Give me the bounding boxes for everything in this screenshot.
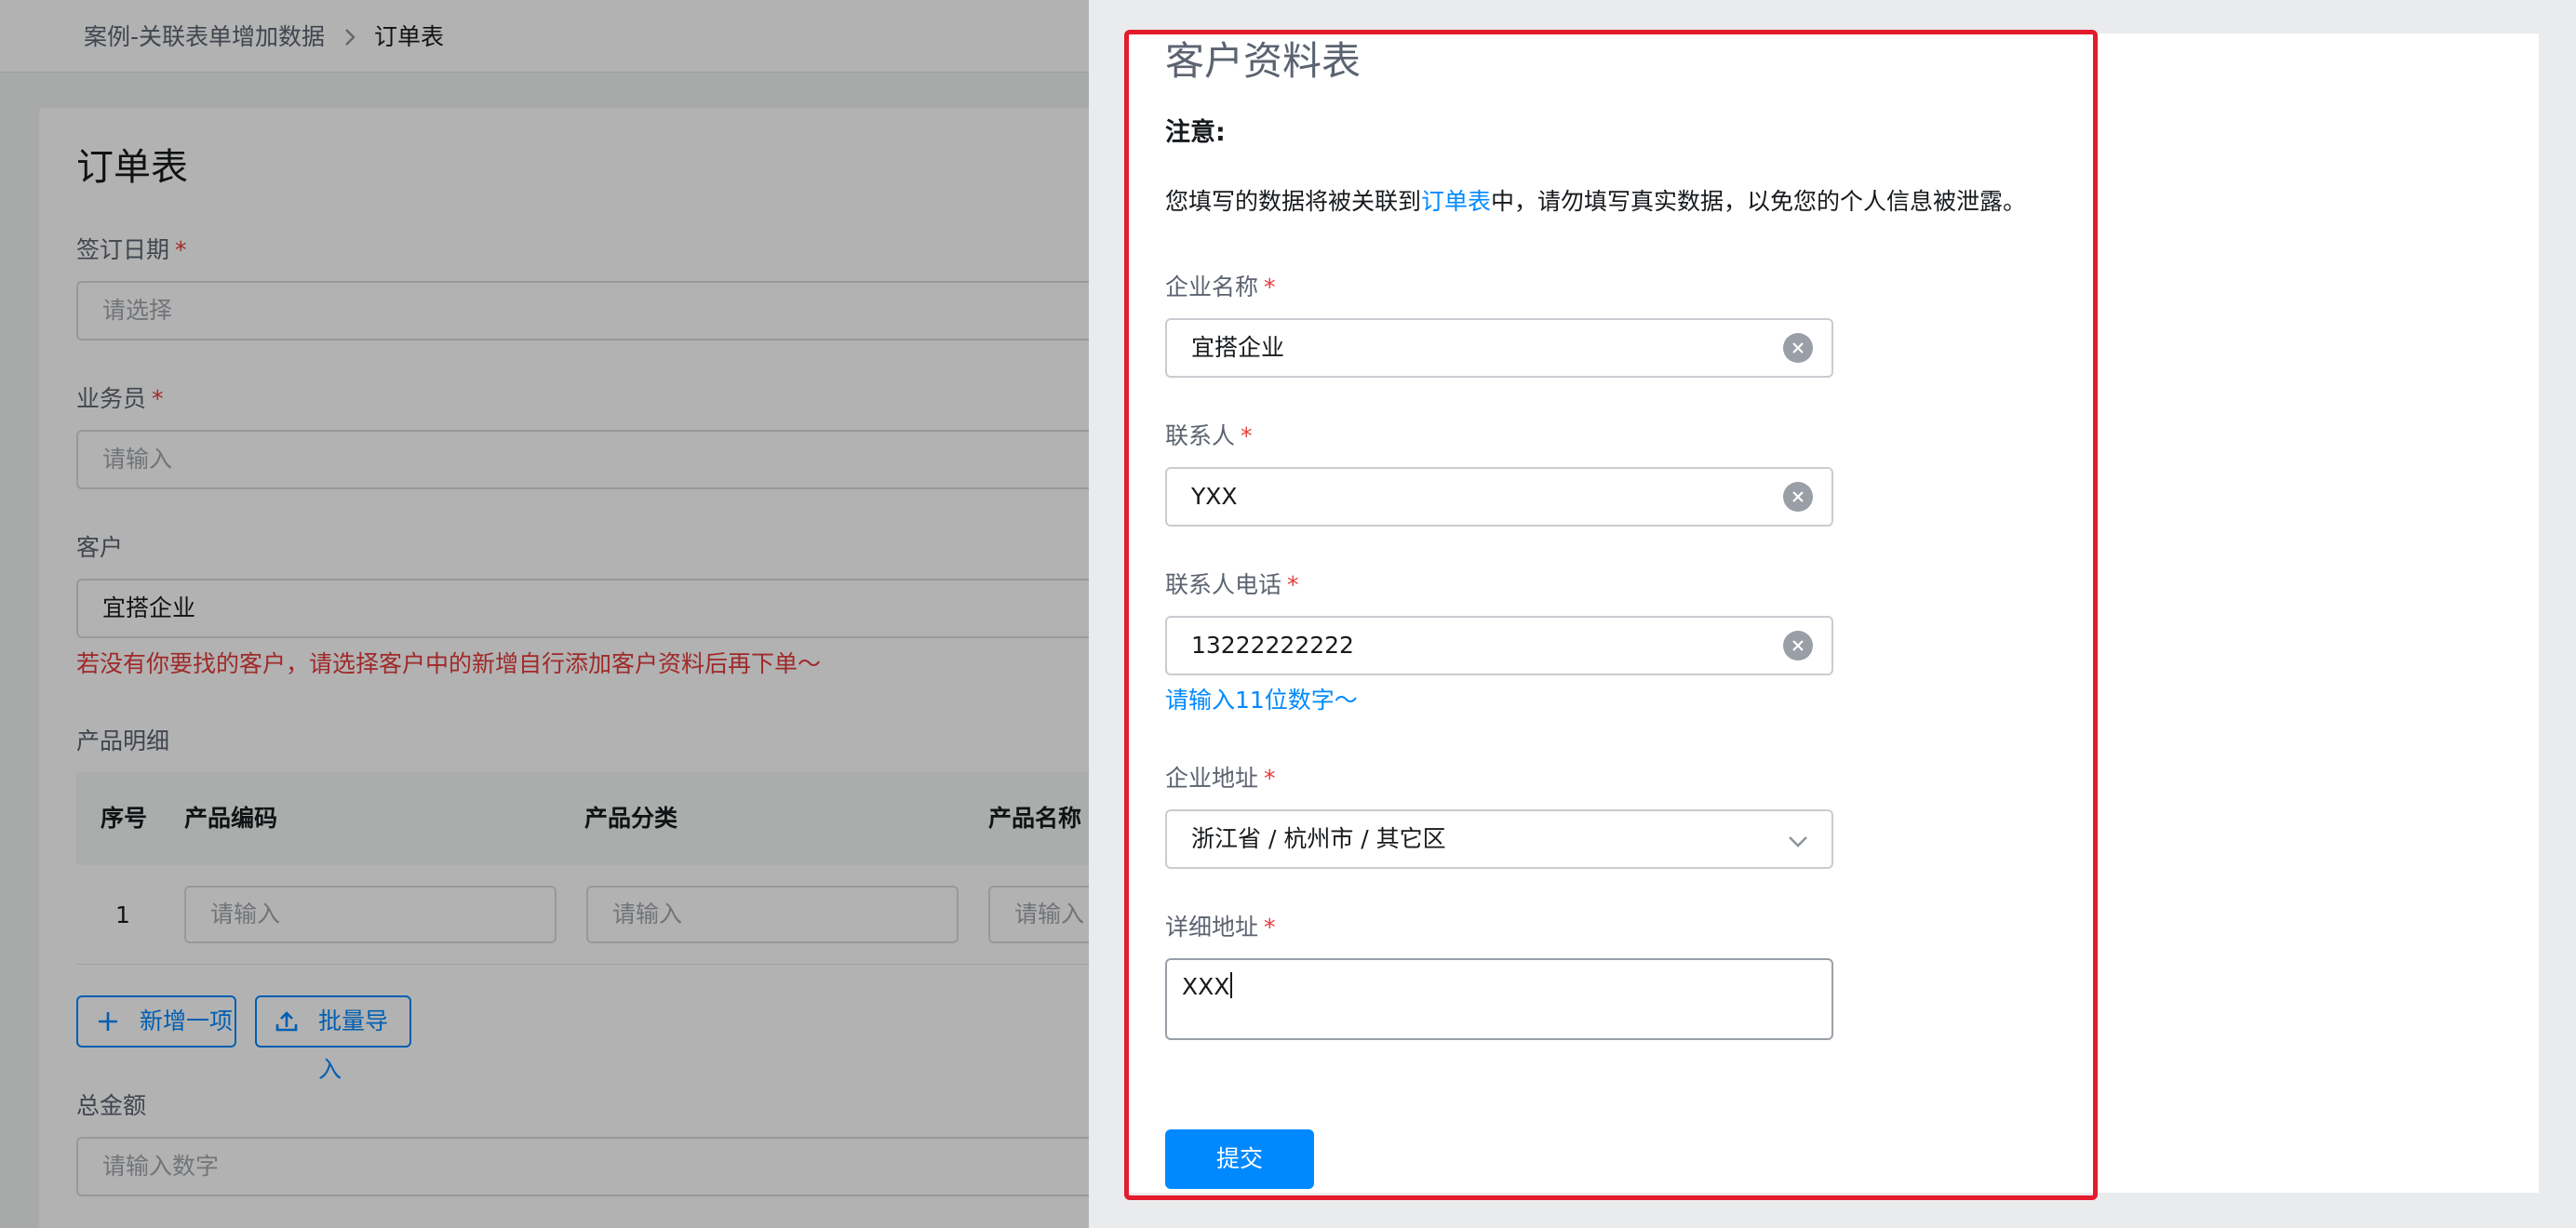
- contact-phone-label: 联系人电话 *: [1165, 571, 1299, 598]
- company-name-label: 企业名称 *: [1165, 274, 1276, 300]
- clear-icon[interactable]: [1783, 333, 1813, 363]
- notice-text: 您填写的数据将被关联到订单表中，请勿填写真实数据，以免您的个人信息被泄露。: [1165, 188, 2027, 215]
- order-form-link[interactable]: 订单表: [1421, 188, 1491, 215]
- contact-label: 联系人 *: [1165, 422, 1253, 449]
- clear-icon[interactable]: [1783, 482, 1813, 512]
- text-cursor: [1230, 972, 1233, 998]
- phone-hint: 请输入11位数字～: [1165, 687, 1358, 714]
- company-address-select[interactable]: 浙江省 / 杭州市 / 其它区: [1165, 809, 1833, 869]
- contact-phone-input[interactable]: 13222222222: [1165, 616, 1833, 675]
- notice-title: 注意:: [1165, 118, 1226, 147]
- modal-overlay[interactable]: [0, 0, 1089, 1228]
- detail-address-label: 详细地址 *: [1165, 914, 1276, 941]
- company-address-label: 企业地址 *: [1165, 765, 1276, 792]
- chevron-down-icon: [1789, 836, 1807, 848]
- form-title: 客户资料表: [1165, 38, 1362, 84]
- contact-input[interactable]: YXX: [1165, 467, 1833, 527]
- detail-address-textarea[interactable]: XXX: [1165, 958, 1833, 1040]
- submit-button[interactable]: 提交: [1165, 1129, 1314, 1189]
- company-name-input[interactable]: 宜搭企业: [1165, 318, 1833, 378]
- clear-icon[interactable]: [1783, 631, 1813, 661]
